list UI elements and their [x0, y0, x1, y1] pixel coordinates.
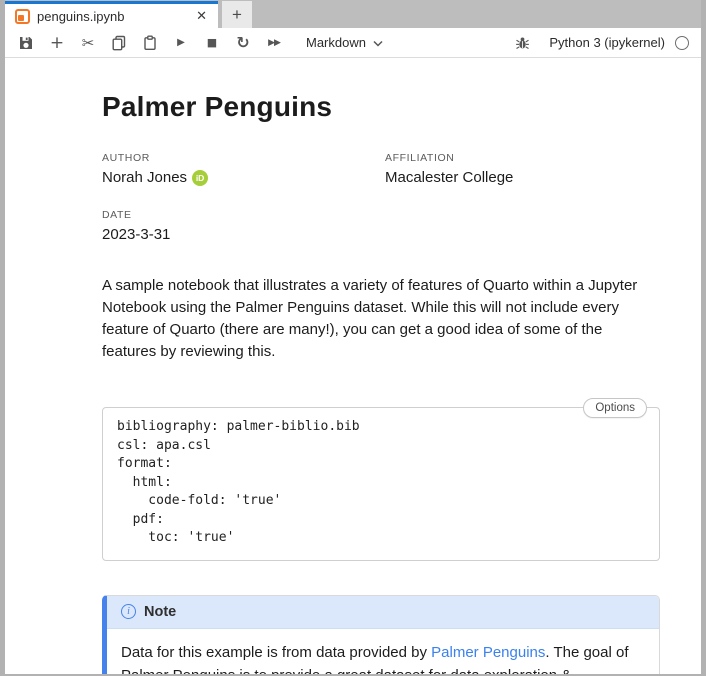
add-cell-button[interactable]: +: [46, 32, 68, 54]
add-cell-icon: +: [50, 33, 64, 53]
tab-bar: penguins.ipynb ✕ +: [5, 0, 701, 28]
document-metadata: AUTHOR Norah Jones iD AFFILIATION Macale…: [102, 152, 660, 243]
note-text-before-link: Data for this example is from data provi…: [121, 644, 431, 661]
fast-forward-icon: ▶▶: [268, 38, 280, 48]
run-icon: ▶: [177, 37, 185, 48]
debugger-button[interactable]: [511, 32, 533, 54]
cut-cell-button[interactable]: ✂: [77, 32, 99, 54]
tab-penguins-ipynb[interactable]: penguins.ipynb ✕: [5, 1, 218, 28]
orcid-icon[interactable]: iD: [192, 170, 208, 186]
new-tab-button[interactable]: +: [222, 1, 252, 28]
save-button[interactable]: [15, 32, 37, 54]
cut-icon: ✂: [82, 34, 95, 52]
intro-paragraph: A sample notebook that illustrates a var…: [102, 275, 660, 363]
jupyterlab-window: penguins.ipynb ✕ + + ✂: [0, 0, 706, 676]
note-callout-header: i Note: [107, 596, 659, 629]
info-icon: i: [121, 604, 136, 619]
date-block: DATE 2023-3-31: [102, 209, 385, 243]
date-label: DATE: [102, 209, 385, 221]
rendered-document: Palmer Penguins AUTHOR Norah Jones iD AF…: [5, 58, 701, 674]
kernel-status-indicator: [675, 36, 689, 50]
page-title: Palmer Penguins: [102, 91, 660, 123]
note-callout: i Note Data for this example is from dat…: [102, 595, 660, 675]
author-block: AUTHOR Norah Jones iD: [102, 152, 385, 186]
yaml-code: bibliography: palmer-biblio.bib csl: apa…: [117, 418, 645, 548]
options-button[interactable]: Options: [583, 398, 647, 418]
notebook-icon: [15, 9, 30, 24]
notebook-content: Palmer Penguins AUTHOR Norah Jones iD AF…: [5, 58, 701, 674]
affiliation-block: AFFILIATION Macalester College: [385, 152, 660, 186]
restart-icon: ↻: [236, 35, 249, 51]
cell-type-dropdown[interactable]: Markdown: [306, 35, 383, 50]
author-name: Norah Jones: [102, 169, 187, 186]
paste-icon: [142, 35, 158, 51]
date-value: 2023-3-31: [102, 226, 170, 243]
kernel-selector[interactable]: Python 3 (ipykernel): [549, 35, 665, 50]
copy-cell-button[interactable]: [108, 32, 130, 54]
stop-icon: ■: [207, 36, 217, 49]
close-tab-icon[interactable]: ✕: [193, 8, 210, 24]
paste-cell-button[interactable]: [139, 32, 161, 54]
save-icon: [18, 35, 34, 51]
bug-icon: [515, 35, 530, 50]
author-label: AUTHOR: [102, 152, 385, 164]
palmer-penguins-link[interactable]: Palmer Penguins: [431, 644, 545, 661]
copy-icon: [111, 35, 127, 51]
affiliation-label: AFFILIATION: [385, 152, 660, 164]
run-cell-button[interactable]: ▶: [170, 32, 192, 54]
restart-run-all-button[interactable]: ▶▶: [263, 32, 285, 54]
tab-title: penguins.ipynb: [37, 9, 193, 24]
affiliation-value: Macalester College: [385, 169, 513, 186]
notebook-toolbar: + ✂ ▶ ■ ↻ ▶▶ Markdown: [5, 28, 701, 58]
chevron-down-icon: [373, 35, 383, 50]
interrupt-kernel-button[interactable]: ■: [201, 32, 223, 54]
restart-kernel-button[interactable]: ↻: [232, 32, 254, 54]
note-callout-title: Note: [144, 604, 176, 620]
cell-type-label: Markdown: [306, 35, 366, 50]
yaml-options-cell: Options bibliography: palmer-biblio.bib …: [102, 407, 660, 561]
note-callout-body: Data for this example is from data provi…: [107, 629, 659, 675]
